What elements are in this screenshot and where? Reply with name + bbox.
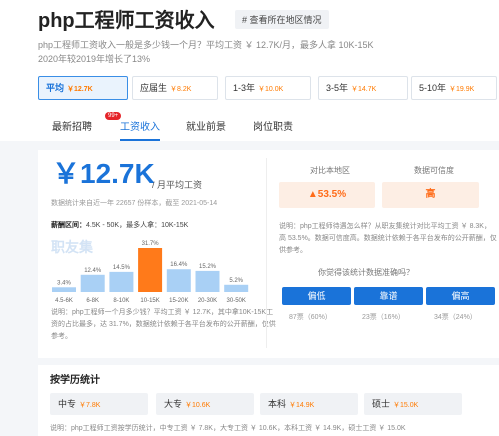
- exp-option-1-3y[interactable]: 1-3年 ￥10.0K: [225, 76, 311, 100]
- average-salary: ￥12.7K: [52, 158, 155, 189]
- bar-label-30-50K: 5.2%: [229, 278, 243, 284]
- salary-description: php工程师工资收入一般是多少钱一个月？平均工资 ￥ 12.7K/月，最多人拿 …: [38, 40, 374, 50]
- exp-option-3-5y[interactable]: 3-5年 ￥14.7K: [318, 76, 408, 100]
- new-count-badge: 99+: [105, 112, 122, 120]
- page-title: php工程师工资收入: [38, 10, 215, 32]
- education-note: 说明：php工程师工资按学历统计，中专工资 ￥ 7.8K，大专工资 ￥ 10.6…: [50, 425, 406, 432]
- tick-label-30-50K: 30-50K: [227, 298, 246, 304]
- tab-prospects[interactable]: 就业前景: [186, 118, 226, 141]
- experience-filter: 平均 ￥12.7K 应届生 ￥8.2K 1-3年 ￥10.0K 3-5年 ￥14.7K …: [38, 76, 499, 100]
- exp-option-graduate[interactable]: 应届生 ￥8.2K: [132, 76, 218, 100]
- vote-accurate-count: 23票（16%）: [362, 314, 405, 321]
- vote-high-count: 34票（24%）: [434, 314, 477, 321]
- bar-8-10K: [109, 271, 134, 292]
- bar-6-8K: [80, 274, 105, 292]
- tick-label-4.5-6K: 4.5-6K: [55, 298, 73, 304]
- exp-option-average[interactable]: 平均 ￥12.7K: [38, 76, 128, 100]
- credibility-value: 高: [382, 182, 479, 208]
- bar-label-10-15K: 31.7%: [142, 241, 160, 247]
- salary-range: 薪酬区间：4.5K - 50K，最多人拿：10K-15K: [51, 222, 189, 229]
- tab-salary[interactable]: 工资收入: [120, 118, 160, 141]
- bar-4.5-6K: [52, 287, 76, 292]
- vote-question: 你觉得该统计数据准确吗？: [318, 268, 414, 277]
- education-title: 按学历统计: [50, 375, 100, 386]
- tick-label-20-30K: 20-30K: [198, 298, 217, 304]
- divider: [266, 158, 267, 348]
- tick-label-10-15K: 10-15K: [140, 298, 159, 304]
- bar-15-20K: [166, 269, 191, 292]
- tick-label-6-8K: 6-8K: [86, 298, 99, 304]
- bar-label-4.5-6K: 3.4%: [57, 280, 71, 286]
- tab-duties[interactable]: 岗位职责: [253, 118, 293, 141]
- edu-item-bachelor[interactable]: 本科 ￥14.9K: [260, 393, 358, 415]
- tick-label-8-10K: 8-10K: [113, 298, 129, 304]
- bar-label-20-30K: 15.2%: [199, 264, 217, 270]
- bar-10-15K: [138, 248, 163, 292]
- bar-30-50K: [224, 284, 249, 292]
- region-link[interactable]: # 查看所在地区情况: [235, 10, 329, 29]
- header-section: php工程师工资收入 # 查看所在地区情况 php工程师工资收入一般是多少钱一个…: [0, 0, 499, 141]
- education-card: 按学历统计 中专 ￥7.8K 大专 ￥10.6K 本科 ￥14.9K 硕士 ￥15.0K…: [38, 365, 499, 436]
- edu-item-college[interactable]: 大专 ￥10.6K: [156, 393, 254, 415]
- salary-unit: / 月平均工资: [152, 180, 203, 190]
- sample-stat: 数据统计来自近一年 22657 份样本，截至 2021-05-14: [51, 200, 218, 207]
- bar-20-30K: [195, 270, 220, 292]
- salary-distribution-chart: 3.4% 4.5-6K 12.4% 6-8K 14.5% 8-10K 31.7% 10-15K…: [52, 241, 249, 304]
- edu-item-vocational[interactable]: 中专 ￥7.8K: [50, 393, 148, 415]
- tab-jobs[interactable]: 最新招聘 99+: [52, 112, 122, 141]
- exp-option-5-10y[interactable]: 5-10年 ￥19.9K: [411, 76, 497, 100]
- compare-local-value: ▲53.5%: [279, 182, 375, 208]
- growth-description: 2020年较2019年增长了13%: [38, 54, 151, 64]
- salary-summary-card: ￥12.7K / 月平均工资 数据统计来自近一年 22657 份样本，截至 20…: [38, 150, 499, 358]
- vote-low-count: 87票（60%）: [289, 314, 332, 321]
- compare-note: 说明：php工程师待遇怎么样？从职友集统计对比平均工资 ￥ 8.3K，高 53.…: [279, 223, 497, 254]
- bar-label-15-20K: 16.4%: [170, 262, 188, 268]
- vote-high-button[interactable]: 偏高: [426, 287, 495, 305]
- bar-label-6-8K: 12.4%: [84, 268, 102, 274]
- bar-label-8-10K: 14.5%: [113, 265, 131, 271]
- edu-item-master[interactable]: 硕士 ￥15.0K: [364, 393, 462, 415]
- vote-accurate-button[interactable]: 靠谱: [354, 287, 423, 305]
- compare-local-label: 对比本地区: [310, 166, 350, 175]
- credibility-label: 数据可信度: [414, 166, 454, 175]
- vote-low-button[interactable]: 偏低: [282, 287, 351, 305]
- salary-note: 说明：php工程师一个月多少钱？平均工资 ￥ 12.7K，其中拿10K-15K工…: [51, 309, 276, 340]
- tick-label-15-20K: 15-20K: [169, 298, 188, 304]
